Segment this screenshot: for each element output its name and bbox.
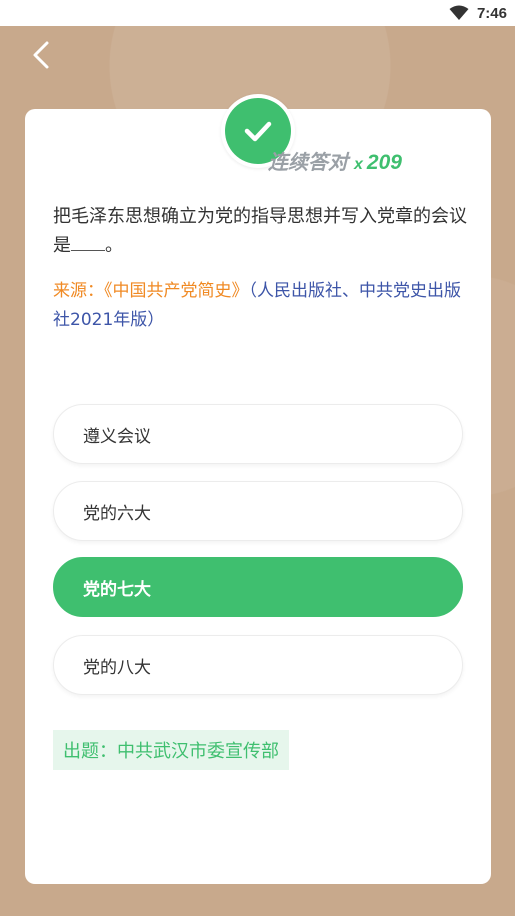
streak-counter: 连续答对 x 209 xyxy=(268,146,402,175)
answer-option-label: 党的八大 xyxy=(83,657,151,678)
streak-count: 209 xyxy=(366,151,402,174)
chevron-left-icon xyxy=(33,41,49,69)
answer-option-label: 遵义会议 xyxy=(83,426,151,447)
streak-multiplier: x xyxy=(354,156,363,173)
answer-option-1[interactable]: 遵义会议 xyxy=(53,404,463,464)
question-source: 来源：《中国共产党简史》（人民出版社、中共党史出版社2021年版） xyxy=(53,277,473,335)
answer-option-3-selected[interactable]: 党的七大 xyxy=(53,557,463,617)
check-icon xyxy=(244,121,272,142)
question-text: 把毛泽东思想确立为党的指导思想并写入党章的会议是。 xyxy=(53,202,473,260)
question-author-tag: 出题：中共武汉市委宣传部 xyxy=(53,730,289,770)
answer-option-2[interactable]: 党的六大 xyxy=(53,481,463,541)
answer-blank xyxy=(71,233,105,251)
status-time: 7:46 xyxy=(476,4,507,22)
question-author-text: 出题：中共武汉市委宣传部 xyxy=(63,741,279,762)
answer-option-label: 党的七大 xyxy=(83,579,151,600)
back-button[interactable] xyxy=(26,38,56,72)
streak-label: 连续答对 xyxy=(268,150,348,174)
question-text-after: 。 xyxy=(105,235,123,256)
status-icons: 7:46 xyxy=(449,3,507,23)
source-label: 来源： xyxy=(53,281,104,301)
status-bar: 7:46 xyxy=(0,0,515,26)
answer-option-label: 党的六大 xyxy=(83,503,151,524)
answer-option-4[interactable]: 党的八大 xyxy=(53,635,463,695)
source-book: 《中国共产党简史》 xyxy=(104,281,249,301)
wifi-icon xyxy=(449,5,469,20)
quiz-screen: 7:46 连续答对 x 209 把毛泽东思想确立为党的指导思想并写入党章的会议是… xyxy=(0,0,515,916)
